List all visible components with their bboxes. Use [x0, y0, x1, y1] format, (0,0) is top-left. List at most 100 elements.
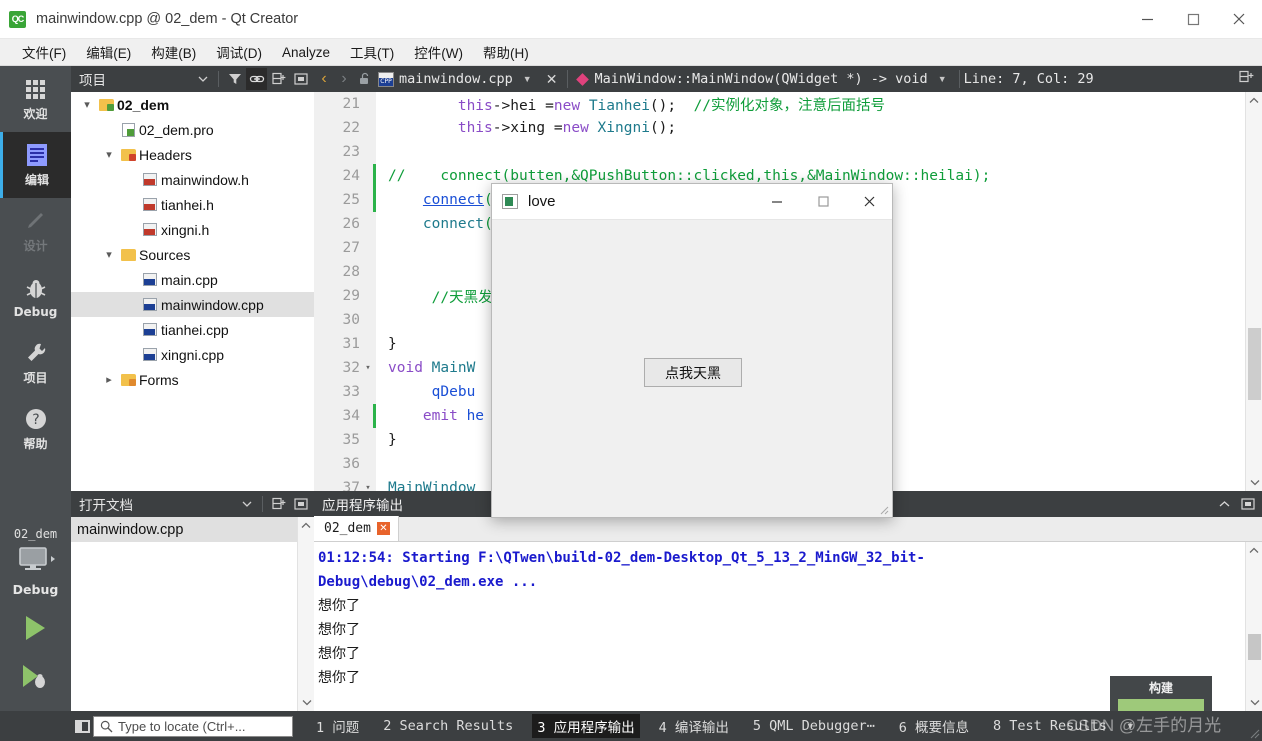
tree-item[interactable]: tianhei.h: [71, 192, 314, 217]
tree-item[interactable]: xingni.h: [71, 217, 314, 242]
mode-welcome[interactable]: 欢迎: [0, 66, 71, 132]
code-line[interactable]: 22 this->xing =new Xingni();: [314, 116, 1262, 140]
love-dialog-resize-grip[interactable]: [877, 502, 889, 514]
tree-item[interactable]: ▾Sources: [71, 242, 314, 267]
scroll-down-icon[interactable]: [1246, 694, 1262, 711]
menu-edit[interactable]: 编辑(E): [76, 39, 141, 65]
open-documents-scrollbar[interactable]: [297, 517, 314, 711]
menu-analyze[interactable]: Analyze: [272, 42, 340, 63]
tree-item[interactable]: ▸Forms: [71, 367, 314, 392]
menu-file[interactable]: 文件(F): [12, 39, 76, 65]
tree-item[interactable]: 02_dem.pro: [71, 117, 314, 142]
debug-button[interactable]: [16, 659, 56, 693]
link-icon[interactable]: [246, 68, 267, 90]
open-documents-list[interactable]: mainwindow.cpp: [71, 517, 314, 711]
close-icon[interactable]: [290, 68, 311, 90]
menu-build[interactable]: 构建(B): [141, 39, 206, 65]
chevron-right-icon[interactable]: ▸: [101, 373, 117, 386]
close-icon[interactable]: [290, 493, 311, 515]
output-pane-tab[interactable]: 1 问题: [311, 714, 364, 738]
split-icon[interactable]: [268, 68, 289, 90]
menu-window[interactable]: 控件(W): [404, 39, 473, 65]
split-editor-icon[interactable]: [1239, 70, 1262, 89]
mode-debug[interactable]: Debug: [0, 264, 71, 330]
love-dialog-title: love: [528, 193, 556, 210]
scroll-down-icon[interactable]: [1246, 474, 1262, 491]
mode-design[interactable]: 设计: [0, 198, 71, 264]
tree-item[interactable]: tianhei.cpp: [71, 317, 314, 342]
title-bar: QC mainwindow.cpp @ 02_dem - Qt Creator: [0, 0, 1262, 39]
editor-scrollbar[interactable]: [1245, 92, 1262, 491]
code-text: // connect(butten,&QPushButton::clicked,…: [376, 168, 990, 184]
tree-item[interactable]: mainwindow.cpp: [71, 292, 314, 317]
editor-scroll-thumb[interactable]: [1248, 328, 1261, 400]
scroll-up-icon[interactable]: [1246, 92, 1262, 109]
love-dialog-minimize-button[interactable]: [754, 184, 800, 220]
output-pane-tab[interactable]: 3 应用程序输出: [532, 714, 639, 738]
tree-item[interactable]: mainwindow.h: [71, 167, 314, 192]
minimize-button[interactable]: [1124, 0, 1170, 39]
close-button[interactable]: [1216, 0, 1262, 39]
project-tree[interactable]: ▾02_dem02_dem.pro▾Headersmainwindow.htia…: [71, 92, 314, 491]
love-dialog-maximize-button[interactable]: [800, 184, 846, 220]
run-button[interactable]: [16, 611, 56, 645]
tree-item-label: tianhei.cpp: [161, 322, 229, 338]
back-icon[interactable]: ‹: [314, 70, 334, 88]
output-pane-tab[interactable]: 6 概要信息: [894, 714, 974, 738]
editor-file-name[interactable]: mainwindow.cpp: [399, 71, 513, 87]
symbol-combo[interactable]: MainWindow::MainWindow(QWidget *) -> voi…: [594, 71, 927, 87]
chevron-down-icon[interactable]: ▼: [938, 74, 947, 84]
code-text: this->xing =new Xingni();: [376, 120, 676, 136]
chevron-down-icon[interactable]: [192, 68, 213, 90]
chevron-down-icon[interactable]: [236, 493, 257, 515]
scroll-up-icon[interactable]: [1246, 542, 1262, 559]
output-tab[interactable]: 02_dem ✕: [314, 516, 399, 541]
chevron-down-icon[interactable]: ▾: [79, 98, 95, 111]
scroll-down-icon[interactable]: [298, 694, 315, 711]
maximize-button[interactable]: [1170, 0, 1216, 39]
mode-edit[interactable]: 编辑: [0, 132, 71, 198]
menu-debug[interactable]: 调试(D): [206, 39, 272, 65]
chevron-down-icon[interactable]: ▼: [523, 74, 532, 84]
output-pane-tab[interactable]: 2 Search Results: [378, 716, 518, 736]
forward-icon[interactable]: ›: [334, 70, 354, 88]
output-pane-tab[interactable]: 5 QML Debugger⋯: [748, 716, 880, 736]
unlock-icon[interactable]: [354, 72, 376, 86]
locator-input[interactable]: Type to locate (Ctrl+...: [93, 716, 293, 737]
filter-icon[interactable]: [224, 68, 245, 90]
target-selector-button[interactable]: [14, 545, 58, 580]
close-panel-icon[interactable]: [1237, 493, 1258, 515]
code-line[interactable]: 21 this->hei =new Tianhei(); //实例化对象，注意后…: [314, 92, 1262, 116]
code-text: }: [376, 432, 397, 448]
split-icon[interactable]: [268, 493, 289, 515]
menu-tools[interactable]: 工具(T): [340, 39, 404, 65]
love-dialog-close-button[interactable]: [846, 184, 892, 220]
code-line[interactable]: 23: [314, 140, 1262, 164]
love-dialog[interactable]: love 点我天黑: [491, 183, 893, 518]
tree-item[interactable]: main.cpp: [71, 267, 314, 292]
resize-grip[interactable]: [1246, 725, 1260, 739]
output-pane-tab[interactable]: 8 Test Results: [988, 716, 1112, 736]
output-tab-close-icon[interactable]: ✕: [377, 522, 390, 535]
tree-item[interactable]: ▾Headers: [71, 142, 314, 167]
menu-help[interactable]: 帮助(H): [473, 39, 539, 65]
output-pane-tab[interactable]: 4 编译输出: [654, 714, 734, 738]
line-number: 35: [314, 432, 360, 448]
sidebar-toggle-icon[interactable]: [71, 711, 93, 741]
output-scrollbar[interactable]: [1245, 542, 1262, 711]
minimize-panel-icon[interactable]: [1214, 493, 1235, 515]
tree-item[interactable]: xingni.cpp: [71, 342, 314, 367]
editor-toolbar: ‹ › mainwindow.cpp ▼ ✕ MainWindow::MainW…: [314, 66, 1262, 92]
tree-item[interactable]: ▾02_dem: [71, 92, 314, 117]
chevron-down-icon[interactable]: ▾: [101, 248, 117, 261]
open-document-item[interactable]: mainwindow.cpp: [71, 517, 314, 542]
scroll-up-icon[interactable]: [298, 517, 314, 534]
mode-projects[interactable]: 项目: [0, 330, 71, 396]
chevron-down-icon[interactable]: ▾: [101, 148, 117, 161]
mode-help[interactable]: ? 帮助: [0, 396, 71, 462]
close-editor-button[interactable]: ✕: [540, 71, 564, 88]
love-dialog-titlebar[interactable]: love: [492, 184, 892, 220]
tianhei-push-button[interactable]: 点我天黑: [644, 358, 742, 387]
output-scroll-thumb[interactable]: [1248, 634, 1261, 660]
chevron-down-icon[interactable]: ▼: [1126, 721, 1135, 731]
